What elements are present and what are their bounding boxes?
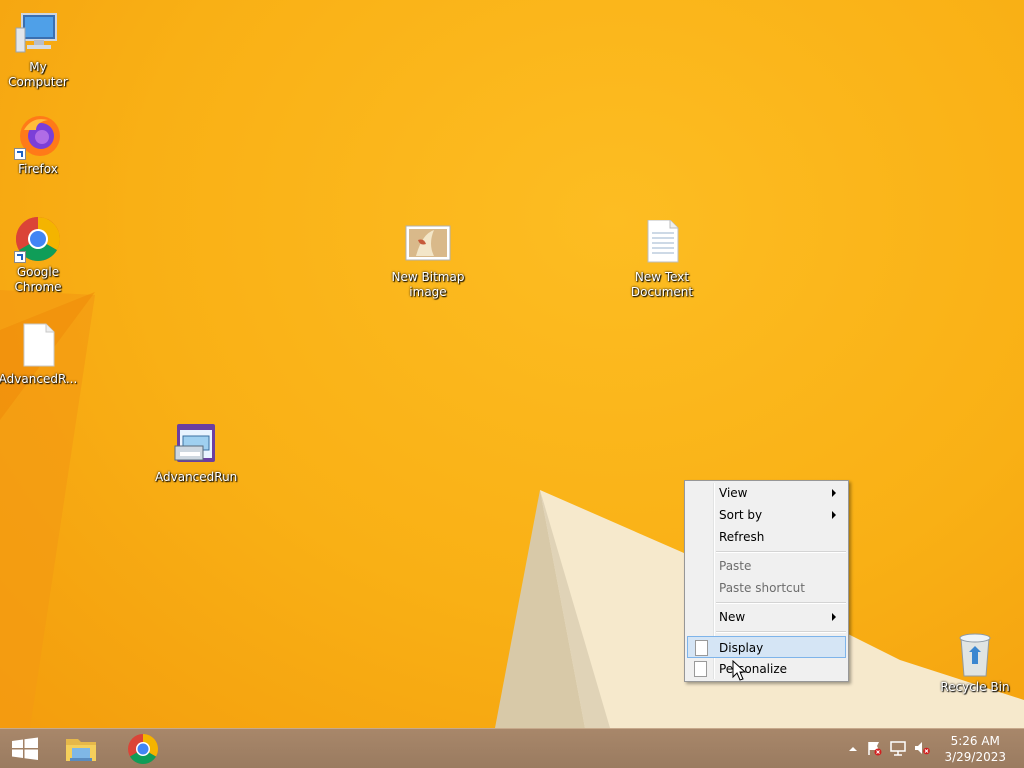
shortcut-arrow-icon [14,148,26,160]
menu-item-label: View [719,486,748,500]
chrome-icon [14,215,62,263]
firefox-shortcut[interactable]: Firefox [0,112,80,177]
text-document-icon [638,219,686,268]
menu-item-paste[interactable]: Paste [687,555,846,577]
network-button[interactable] [890,740,906,756]
menu-item-label: Refresh [719,530,765,544]
my-computer-shortcut[interactable]: My Computer [0,10,80,90]
menu-item-label: Paste shortcut [719,581,805,595]
menu-item-sort-by[interactable]: Sort by [687,504,846,526]
taskbar-clock[interactable]: 5:26 AM 3/29/2023 [944,733,1006,765]
desktop[interactable]: My Computer Firefox Google Chrome Advanc… [0,0,1024,728]
clock-time: 5:26 AM [950,734,1000,748]
action-center-button[interactable] [866,740,882,756]
start-button[interactable] [0,729,50,768]
menu-item-personalize[interactable]: Personalize [687,658,846,680]
volume-muted-icon [915,742,930,755]
blank-file-icon [14,322,62,370]
action-center-flag-icon [868,742,882,756]
bitmap-image-icon [404,220,452,268]
firefox-label: Firefox [18,162,58,176]
advancedrun-file-label: AdvancedR... [0,372,78,386]
volume-button[interactable] [914,740,930,756]
windows-logo-icon [12,737,38,760]
wallpaper-shapes [0,290,1024,728]
firefox-icon [14,112,62,160]
shortcut-arrow-icon [14,251,26,263]
taskbar: 5:26 AM 3/29/2023 [0,728,1024,768]
advancedrun-app-label: AdvancedRun [155,470,238,484]
menu-item-paste-shortcut[interactable]: Paste shortcut [687,577,846,599]
menu-separator [716,602,846,604]
menu-item-refresh[interactable]: Refresh [687,526,846,548]
personalize-icon [694,661,707,677]
new-bitmap-image-label: New Bitmap image [391,270,465,299]
taskbar-google-chrome[interactable] [114,729,172,768]
recycle-bin-icon [951,630,999,678]
menu-item-label: Paste [719,559,752,573]
chrome-icon [128,734,159,765]
computer-icon [14,10,62,58]
menu-separator [716,631,846,633]
advancedrun-app[interactable]: AdvancedRun [153,420,237,485]
menu-item-label: Display [719,641,764,655]
menu-item-label: New [719,610,746,624]
my-computer-label: My Computer [8,60,68,89]
google-chrome-label: Google Chrome [14,265,62,294]
menu-item-display[interactable]: Display [687,636,846,658]
network-icon [890,741,906,756]
submenu-arrow-icon [832,613,836,621]
recycle-bin-label: Recycle Bin [940,680,1010,694]
system-tray: 5:26 AM 3/29/2023 [844,729,1024,768]
menu-item-view[interactable]: View [687,482,846,504]
taskbar-file-explorer[interactable] [52,729,110,768]
file-explorer-icon [66,739,96,761]
menu-item-new[interactable]: New [687,606,846,628]
mouse-cursor-icon [732,660,746,681]
display-icon [695,640,708,656]
google-chrome-shortcut[interactable]: Google Chrome [0,215,80,295]
desktop-context-menu: View Sort by Refresh Paste Paste shortcu… [684,480,849,682]
recycle-bin[interactable]: Recycle Bin [933,630,1017,695]
show-hidden-icons-button[interactable] [848,743,858,753]
menu-item-label: Personalize [719,662,788,676]
menu-item-label: Sort by [719,508,763,522]
advancedrun-file[interactable]: AdvancedR... [0,322,80,387]
new-bitmap-image-file[interactable]: New Bitmap image [386,220,470,300]
new-text-document-label: New Text Document [630,270,694,299]
clock-date: 3/29/2023 [944,750,1006,764]
chevron-up-icon [849,747,857,751]
advancedrun-icon [171,420,219,468]
submenu-arrow-icon [832,511,836,519]
menu-separator [716,551,846,553]
submenu-arrow-icon [832,489,836,497]
new-text-document-file[interactable]: New Text Document [620,219,704,300]
